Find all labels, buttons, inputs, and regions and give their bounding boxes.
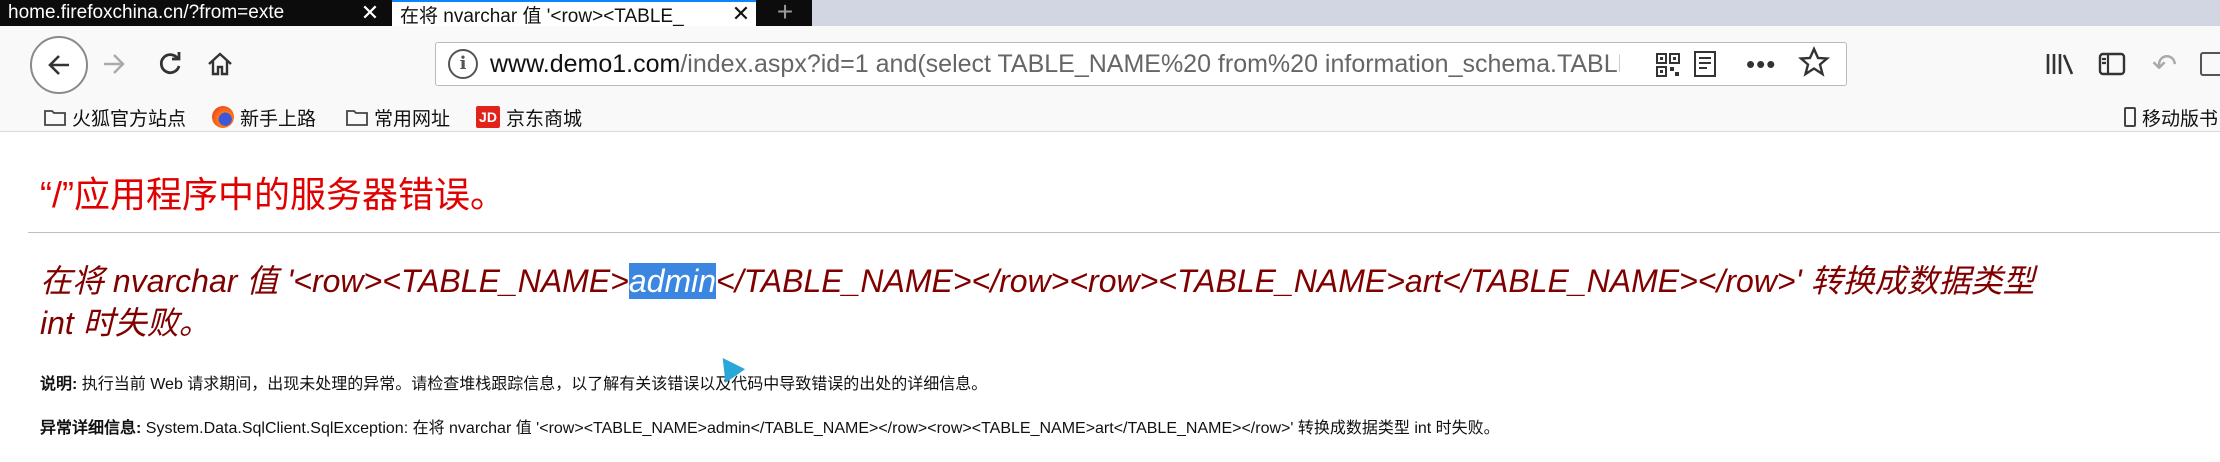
folder-icon [346, 110, 368, 126]
exception-details: 异常详细信息: System.Data.SqlClient.SqlExcepti… [40, 414, 1500, 438]
page-left-margin [0, 132, 28, 462]
description: 说明: 执行当前 Web 请求期间，出现未处理的异常。请检查堆栈跟踪信息，以了解… [40, 370, 987, 394]
url-text[interactable]: www.demo1.com/index.aspx?id=1 and(select… [490, 43, 1620, 85]
description-text: 执行当前 Web 请求期间，出现未处理的异常。请检查堆栈跟踪信息，以了解有关该错… [77, 376, 988, 393]
tab-strip: home.firefoxchina.cn/?from=exte ✕ 在将 nva… [0, 0, 2220, 26]
library-icon[interactable] [2045, 52, 2077, 76]
tab-title: home.firefoxchina.cn/?from=exte [8, 2, 285, 23]
home-icon [208, 52, 232, 76]
mobile-icon [2124, 107, 2136, 127]
undo-icon[interactable]: ↶ [2152, 48, 2177, 83]
bookmark-label: 火狐官方站点 [72, 108, 187, 130]
back-button[interactable] [30, 36, 88, 94]
bookmark-label: 常用网址 [374, 108, 451, 130]
bookmarks-toolbar: 火狐官方站点 新手上路 常用网址 JD 京东商城 移动版书 [0, 102, 2220, 132]
folder-icon [44, 110, 66, 126]
error-message: 在将 nvarchar 值 '<row><TABLE_NAME>admin</T… [40, 260, 2200, 344]
reload-button[interactable] [150, 40, 190, 88]
selected-text[interactable]: admin [628, 263, 717, 299]
exception-label: 异常详细信息: [40, 420, 142, 437]
address-bar[interactable]: i www.demo1.com/index.aspx?id=1 and(sele… [435, 42, 1847, 86]
mobile-bookmarks-label: 移动版书 [2142, 108, 2219, 130]
back-arrow-icon [48, 55, 69, 75]
forward-arrow-icon [104, 54, 125, 74]
tab-title: 在将 nvarchar 值 '<row><TABLE_ [400, 5, 684, 27]
bookmark-label: 京东商城 [506, 108, 583, 130]
bookmark-label: 新手上路 [240, 108, 317, 130]
qr-code-icon[interactable] [1656, 53, 1680, 77]
bookmark-getting-started[interactable]: 新手上路 [212, 102, 316, 132]
description-label: 说明: [40, 376, 78, 393]
home-button[interactable] [200, 40, 240, 88]
overflow-menu-icon[interactable] [2200, 52, 2220, 76]
page-actions-menu-icon[interactable]: ••• [1746, 43, 1776, 85]
tab-strip-empty [812, 0, 2220, 26]
sidebar-icon[interactable] [2098, 52, 2126, 76]
error-line-1: 在将 nvarchar 值 '<row><TABLE_NAME>admin</T… [40, 260, 2200, 302]
reload-icon [159, 52, 181, 75]
nav-bar: i www.demo1.com/index.aspx?id=1 and(sele… [0, 26, 2220, 102]
bookmark-firefox-official[interactable]: 火狐官方站点 [44, 102, 186, 132]
url-host: www.demo1.com [490, 50, 681, 78]
divider [28, 232, 2220, 233]
bookmark-jd[interactable]: JD 京东商城 [476, 102, 582, 132]
new-tab-button[interactable]: + [760, 0, 810, 26]
tab-firefoxchina[interactable]: home.firefoxchina.cn/?from=exte ✕ [0, 0, 385, 26]
jd-icon: JD [476, 106, 500, 128]
reader-view-icon[interactable] [1694, 51, 1716, 77]
close-icon[interactable]: ✕ [726, 2, 756, 26]
url-path: /index.aspx?id=1 and(select TABLE_NAME%2… [680, 50, 1620, 78]
exception-text: System.Data.SqlClient.SqlException: 在将 n… [141, 420, 1500, 437]
close-icon[interactable]: ✕ [355, 1, 385, 25]
page-title: “/”应用程序中的服务器错误。 [40, 174, 506, 215]
site-info-icon[interactable]: i [448, 49, 478, 79]
mobile-bookmarks[interactable]: 移动版书 [2124, 102, 2218, 132]
forward-button[interactable] [94, 40, 134, 88]
bookmark-common-sites[interactable]: 常用网址 [346, 102, 450, 132]
error-line-2: int 时失败。 [40, 305, 211, 341]
firefox-icon [212, 106, 234, 128]
page-content: “/”应用程序中的服务器错误。 在将 nvarchar 值 '<row><TAB… [28, 132, 2220, 462]
bookmark-star-icon[interactable] [1798, 45, 1830, 79]
error-text: </TABLE_NAME></row><row><TABLE_NAME>art<… [716, 263, 2035, 299]
error-text: 在将 nvarchar 值 '<row><TABLE_NAME> [40, 263, 629, 299]
tab-error-page[interactable]: 在将 nvarchar 值 '<row><TABLE_ ✕ [392, 0, 756, 26]
